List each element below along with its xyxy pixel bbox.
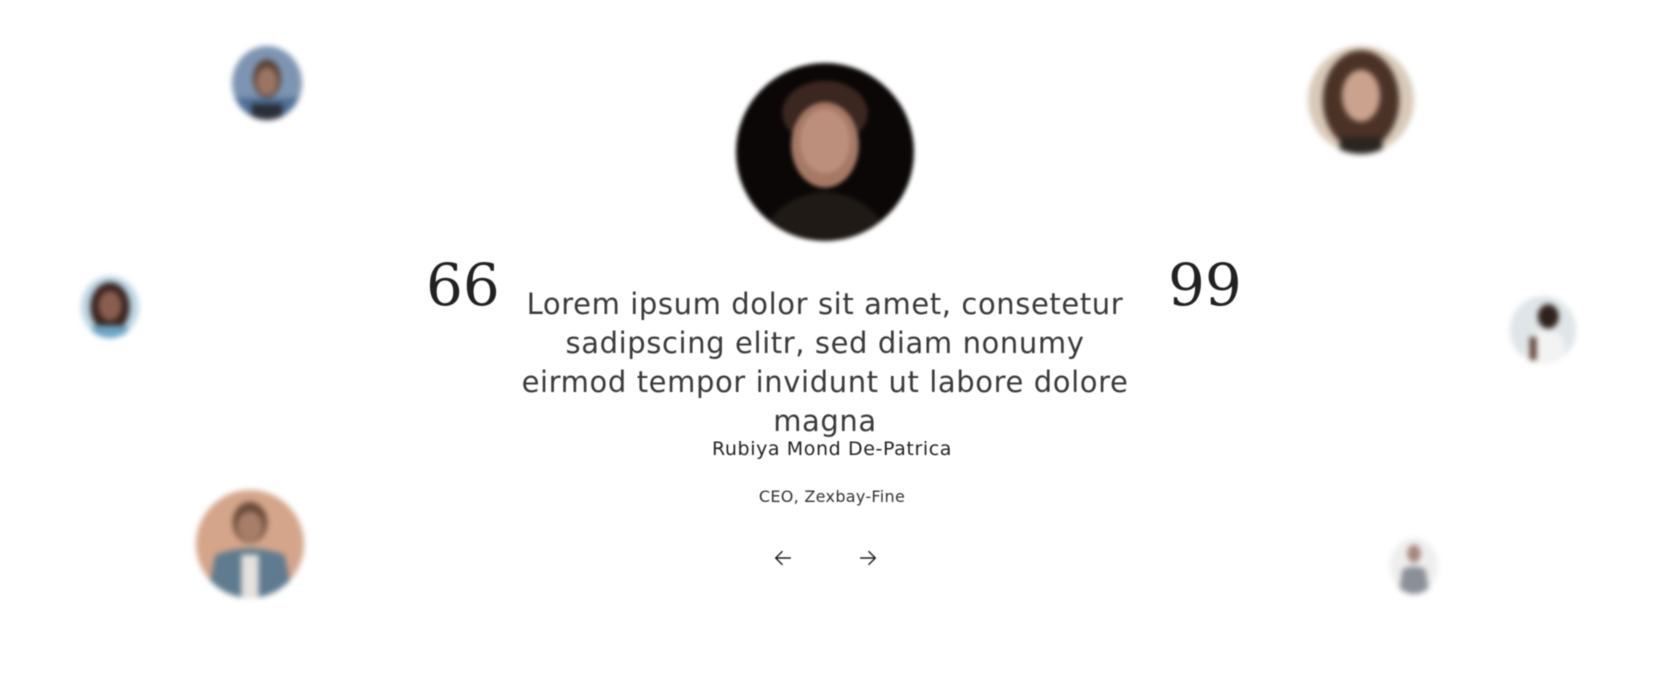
avatar-top-right (1308, 46, 1414, 154)
avatar-top-left (232, 46, 302, 120)
avatar-middle-left (81, 276, 139, 338)
author-name: Rubiya Mond De-Patrica (711, 438, 953, 460)
author-role: CEO, Zexbay-Fine (758, 487, 906, 506)
avatar-middle-right (1510, 296, 1576, 364)
open-quote-icon: 66 (426, 251, 500, 319)
avatar-bottom-left (196, 490, 304, 598)
avatar-featured (736, 63, 914, 241)
previous-button[interactable] (768, 545, 798, 571)
arrow-right-icon (859, 550, 877, 566)
testimonial-text: Lorem ipsum dolor sit amet, consetetur s… (521, 287, 1129, 438)
avatar-bottom-right (1390, 538, 1438, 594)
next-button[interactable] (853, 545, 883, 571)
arrow-left-icon (774, 550, 792, 566)
close-quote-icon: 99 (1168, 251, 1242, 319)
testimonial-section: 66 99 Lorem ipsum dolor sit amet, conset… (0, 0, 1664, 681)
